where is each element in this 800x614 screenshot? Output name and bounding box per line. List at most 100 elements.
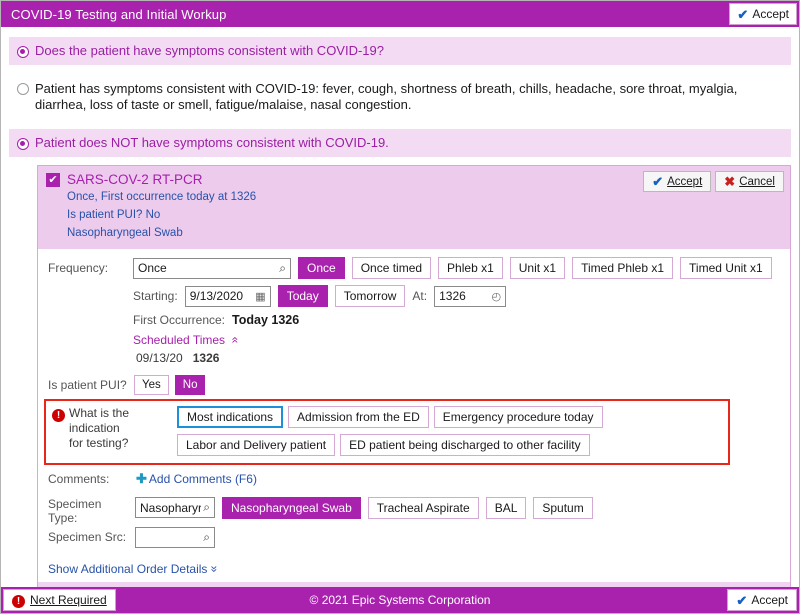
- at-time-input[interactable]: 1326 ◴: [434, 285, 507, 307]
- window-accept-label: Accept: [752, 7, 789, 21]
- frequency-label: Frequency:: [48, 261, 109, 275]
- comments-label: Comments:: [48, 472, 110, 486]
- pui-row: Is patient PUI? Yes No: [48, 375, 780, 395]
- warning-icon: !: [52, 409, 65, 422]
- clock-icon[interactable]: ◴: [491, 290, 501, 303]
- indication-label-line-2: for testing?: [69, 436, 129, 450]
- specimen-type-label: Specimen Type:: [48, 497, 128, 525]
- indication-option-emergency-procedure-today[interactable]: Emergency procedure today: [433, 406, 603, 428]
- scheduled-time-entry: 09/13/20 1326: [136, 351, 780, 365]
- indication-option-ed-patient-discharged[interactable]: ED patient being discharged to other fac…: [340, 434, 590, 456]
- frequency-option-phleb-x1[interactable]: Phleb x1: [438, 257, 503, 279]
- radio-symptomatic[interactable]: [17, 83, 29, 95]
- next-required-label: Next Required: [30, 593, 107, 607]
- epic-order-dialog: COVID-19 Testing and Initial Workup ✔ Ac…: [0, 0, 800, 614]
- frequency-option-timed-unit-x1[interactable]: Timed Unit x1: [680, 257, 772, 279]
- order-card: ✔ SARS-COV-2 RT-PCR Once, First occurren…: [37, 165, 791, 587]
- statusbar-accept-label: Accept: [751, 593, 788, 607]
- indication-label: What is the indication for testing?: [69, 406, 173, 451]
- add-comments-link[interactable]: ✚ Add Comments (F6): [136, 471, 257, 487]
- starting-label: Starting:: [133, 289, 178, 303]
- order-checkbox[interactable]: ✔: [46, 172, 60, 187]
- indication-required-box: ! What is the indication for testing? Mo…: [44, 399, 730, 465]
- order-accept-button[interactable]: ✔ Accept: [643, 171, 712, 192]
- check-icon: ✔: [736, 592, 748, 608]
- order-card-header: ✔ SARS-COV-2 RT-PCR Once, First occurren…: [38, 166, 790, 249]
- order-summary-line-1: Once, First occurrence today at 1326: [67, 191, 257, 203]
- search-icon[interactable]: ⌕: [203, 530, 210, 545]
- order-cancel-button[interactable]: ✖ Cancel: [715, 171, 784, 192]
- starting-option-tomorrow[interactable]: Tomorrow: [334, 285, 406, 307]
- scheduled-time-date: 09/13/20: [136, 351, 183, 365]
- search-icon[interactable]: ⌕: [203, 500, 210, 515]
- specimen-type-label-line-1: Specimen: [48, 497, 102, 511]
- frequency-option-once-timed[interactable]: Once timed: [351, 257, 432, 279]
- show-additional-order-details-label: Show Additional Order Details: [48, 562, 208, 576]
- window-accept-button[interactable]: ✔ Accept: [729, 3, 797, 25]
- question-option-symptomatic[interactable]: Patient has symptoms consistent with COV…: [9, 75, 791, 119]
- specimen-option-sputum[interactable]: Sputum: [533, 497, 593, 519]
- specimen-option-tracheal-aspirate[interactable]: Tracheal Aspirate: [367, 497, 479, 519]
- frequency-input[interactable]: Once ⌕: [133, 257, 291, 279]
- specimen-type-label-line-2: Type:: [48, 511, 78, 525]
- specimen-option-nasopharyngeal-swab[interactable]: Nasopharyngeal Swab: [222, 497, 361, 519]
- order-summary-line-2: Is patient PUI? No: [67, 209, 161, 221]
- indication-option-most-indications[interactable]: Most indications: [177, 406, 284, 428]
- question-option-symptomatic-label: Patient has symptoms consistent with COV…: [35, 81, 738, 112]
- first-occurrence-row: First Occurrence: Today 1326: [133, 313, 780, 327]
- specimen-type-input[interactable]: Nasopharyr ⌕: [135, 497, 215, 518]
- scheduled-times-link[interactable]: Scheduled Times: [133, 333, 225, 347]
- pui-option-no[interactable]: No: [174, 375, 206, 395]
- chevron-down-icon: »: [207, 565, 222, 573]
- question-option-asymptomatic-label: Patient does NOT have symptoms consisten…: [35, 135, 389, 150]
- order-header-buttons: ✔ Accept ✖ Cancel: [643, 171, 784, 192]
- indication-label-line-1: What is the indication: [69, 406, 130, 435]
- warning-icon: !: [12, 595, 25, 608]
- comments-row: Comments: ✚ Add Comments (F6): [48, 471, 780, 487]
- question-prompt-band: Does the patient have symptoms consisten…: [9, 37, 791, 65]
- starting-date-input[interactable]: 9/13/2020 ▦: [184, 285, 271, 307]
- starting-option-today[interactable]: Today: [277, 285, 328, 307]
- scheduled-times-row: Scheduled Times «: [133, 333, 780, 347]
- frequency-value: Once: [138, 261, 167, 275]
- at-time-value: 1326: [439, 289, 466, 303]
- next-required-button[interactable]: ! Next Required: [3, 589, 116, 611]
- question-option-asymptomatic[interactable]: Patient does NOT have symptoms consisten…: [9, 129, 791, 157]
- specimen-type-row: Specimen Type: Nasopharyr ⌕ Nasopharynge…: [48, 497, 780, 525]
- indication-option-admission-from-ed[interactable]: Admission from the ED: [288, 406, 429, 428]
- order-accept-label: Accept: [667, 175, 703, 188]
- search-icon[interactable]: ⌕: [279, 261, 286, 276]
- specimen-option-bal[interactable]: BAL: [485, 497, 527, 519]
- starting-date-value: 9/13/2020: [189, 289, 244, 303]
- status-bar: ! Next Required © 2021 Epic Systems Corp…: [1, 587, 799, 613]
- question-prompt-radio[interactable]: [17, 46, 29, 58]
- frequency-option-unit-x1[interactable]: Unit x1: [509, 257, 566, 279]
- chevron-up-icon[interactable]: «: [228, 337, 242, 344]
- plus-icon: ✚: [136, 471, 147, 486]
- specimen-type-value: Nasopharyr: [140, 500, 202, 515]
- close-icon: ✖: [724, 174, 736, 189]
- question-prompt-text: Does the patient have symptoms consisten…: [35, 43, 384, 58]
- frequency-option-once[interactable]: Once: [298, 257, 345, 279]
- copyright-text: © 2021 Epic Systems Corporation: [309, 593, 491, 607]
- indication-options: Most indications Admission from the ED E…: [177, 406, 722, 457]
- specimen-src-label: Specimen Src:: [48, 530, 127, 544]
- specimen-src-row: Specimen Src: ⌕: [48, 527, 780, 548]
- frequency-option-timed-phleb-x1[interactable]: Timed Phleb x1: [572, 257, 674, 279]
- first-occurrence-label: First Occurrence:: [133, 313, 226, 327]
- pui-option-yes[interactable]: Yes: [134, 375, 169, 395]
- at-label: At:: [412, 289, 428, 303]
- statusbar-accept-button[interactable]: ✔ Accept: [727, 589, 797, 611]
- add-comments-label: Add Comments (F6): [148, 472, 257, 486]
- dialog-body: Does the patient have symptoms consisten…: [1, 27, 799, 587]
- starting-row: Starting: 9/13/2020 ▦ Today Tomorrow At:…: [133, 285, 780, 307]
- indication-option-labor-and-delivery-patient[interactable]: Labor and Delivery patient: [177, 434, 336, 456]
- radio-asymptomatic[interactable]: [17, 138, 29, 150]
- pui-label: Is patient PUI?: [48, 378, 127, 392]
- calendar-icon[interactable]: ▦: [255, 290, 265, 303]
- specimen-src-input[interactable]: ⌕: [135, 527, 215, 548]
- show-additional-order-details-link[interactable]: Show Additional Order Details »: [48, 562, 221, 576]
- order-form: Frequency: Once ⌕ Once Once timed Phleb …: [38, 249, 790, 582]
- order-name: SARS-COV-2 RT-PCR: [67, 172, 203, 187]
- first-occurrence-value: Today 1326: [232, 313, 300, 327]
